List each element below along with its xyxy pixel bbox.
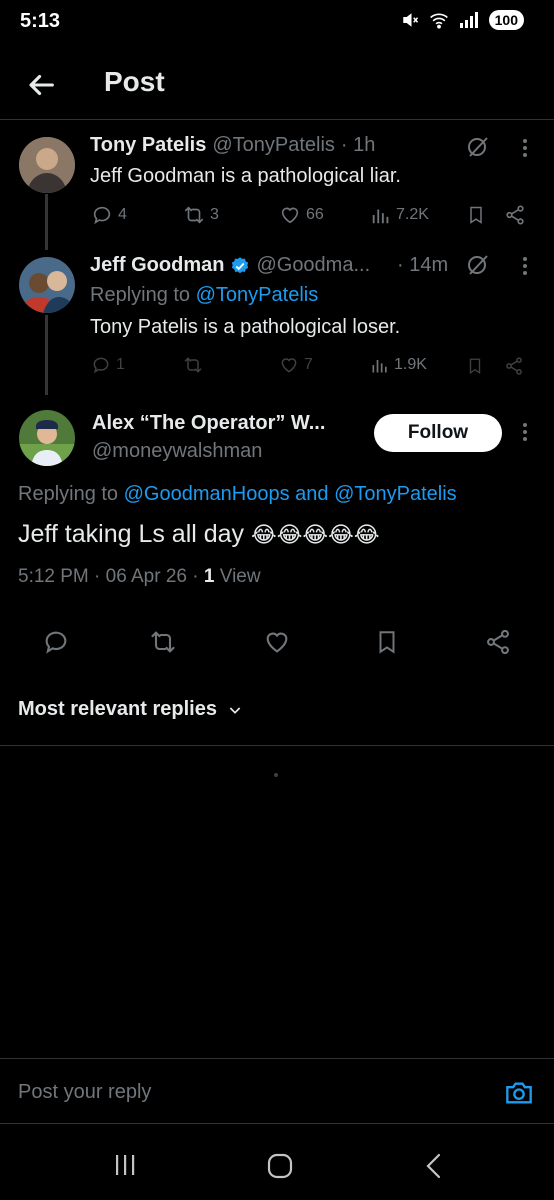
mute-icon <box>401 11 419 29</box>
views-count: 7.2K <box>396 206 429 223</box>
tweet-text: Tony Patelis is a pathological loser. <box>90 316 401 338</box>
replying-and: and <box>295 483 329 505</box>
repost-icon <box>184 206 204 224</box>
share-icon[interactable] <box>504 356 524 376</box>
author-name[interactable]: Alex “The Operator” W... <box>92 412 325 435</box>
reply-count: 1 <box>116 356 125 373</box>
repost-button[interactable]: 3 <box>182 204 219 226</box>
back-nav-icon[interactable] <box>424 1153 444 1179</box>
sort-label: Most relevant replies <box>18 698 217 720</box>
avatar[interactable] <box>19 137 75 193</box>
reply-button[interactable]: 4 <box>90 204 127 226</box>
share-icon[interactable] <box>484 628 512 656</box>
thread-connector <box>45 194 48 250</box>
wifi-icon <box>429 11 449 29</box>
repost-icon[interactable] <box>148 628 178 656</box>
page-title: Post <box>104 66 165 97</box>
reply-composer <box>0 1058 554 1124</box>
heart-icon <box>281 207 299 224</box>
tweet-text: Jeff Goodman is a pathological liar. <box>90 165 401 187</box>
views-icon <box>372 360 387 373</box>
author-handle[interactable]: @TonyPatelis <box>212 134 335 157</box>
avatar[interactable] <box>19 257 75 313</box>
mention-link[interactable]: @TonyPatelis <box>334 483 457 505</box>
main-action-bar <box>0 624 554 660</box>
repost-button[interactable] <box>182 355 204 375</box>
repost-count: 3 <box>210 206 219 223</box>
views-icon <box>372 209 389 224</box>
status-bar: 5:13 100 <box>0 0 554 44</box>
signal-icon <box>459 12 479 28</box>
more-options-icon[interactable] <box>522 256 528 276</box>
like-count: 66 <box>306 206 324 223</box>
repost-icon <box>184 357 202 373</box>
parent-tweet-1[interactable]: Tony Patelis @TonyPatelis · 1h Jeff Good… <box>0 122 554 247</box>
battery-badge: 100 <box>488 10 524 30</box>
share-icon[interactable] <box>504 204 526 226</box>
views-button[interactable]: 1.9K <box>370 355 427 375</box>
like-count: 7 <box>304 356 313 373</box>
replies-sort-dropdown[interactable]: Most relevant replies <box>18 698 243 721</box>
reply-count: 4 <box>118 206 127 223</box>
recent-apps-icon[interactable] <box>113 1154 137 1176</box>
post-time: · 1h <box>340 134 376 156</box>
author-handle[interactable]: @Goodma... <box>256 254 370 277</box>
author-name[interactable]: Jeff Goodman <box>90 254 224 277</box>
system-nav-bar <box>0 1124 554 1200</box>
chevron-down-icon <box>227 702 243 718</box>
verified-badge-icon <box>230 256 250 276</box>
more-options-icon[interactable] <box>522 138 528 158</box>
post-text: Jeff taking Ls all day <box>18 520 245 548</box>
bookmark-icon[interactable] <box>466 204 486 226</box>
reply-input[interactable] <box>18 1075 458 1109</box>
camera-icon[interactable] <box>505 1080 533 1106</box>
reply-icon <box>93 206 111 225</box>
reply-icon[interactable] <box>42 628 70 656</box>
post-time: · 14m <box>397 254 449 276</box>
like-button[interactable]: 66 <box>278 204 324 226</box>
status-icons: 100 <box>401 10 524 30</box>
grok-icon[interactable] <box>466 253 490 277</box>
section-divider <box>0 745 554 746</box>
mention-link[interactable]: @GoodmanHoops <box>124 483 290 505</box>
heart-icon <box>281 358 297 373</box>
like-button[interactable]: 7 <box>278 355 313 375</box>
views-count: 1.9K <box>394 356 427 373</box>
parent-tweet-2[interactable]: Jeff Goodman @Goodma... · 14m Replying t… <box>0 248 554 388</box>
post-timestamp: 5:12 PM · 06 Apr 26 · <box>18 566 199 587</box>
grok-icon[interactable] <box>466 135 490 159</box>
loading-dot <box>274 773 278 777</box>
author-name[interactable]: Tony Patelis <box>90 134 206 157</box>
heart-icon[interactable] <box>262 628 292 656</box>
view-label: View <box>219 566 261 587</box>
replying-label: Replying to <box>90 284 191 306</box>
view-count: 1 <box>203 566 215 587</box>
mention-link[interactable]: @TonyPatelis <box>196 284 319 306</box>
status-time: 5:13 <box>20 10 61 32</box>
views-button[interactable]: 7.2K <box>370 204 429 226</box>
follow-button[interactable]: Follow <box>374 414 502 452</box>
back-arrow-icon[interactable] <box>24 68 58 102</box>
bookmark-icon[interactable] <box>466 356 484 376</box>
replying-label: Replying to <box>18 483 119 505</box>
app-header: Post <box>0 50 554 120</box>
emoji-text: 😂😂😂😂😂 <box>251 522 380 547</box>
reply-icon <box>93 357 109 374</box>
avatar[interactable] <box>19 410 75 466</box>
author-handle[interactable]: @moneywalshman <box>92 440 262 463</box>
more-options-icon[interactable] <box>522 422 528 442</box>
reply-button[interactable]: 1 <box>90 355 125 375</box>
bookmark-icon[interactable] <box>374 628 400 656</box>
home-icon[interactable] <box>267 1153 293 1179</box>
